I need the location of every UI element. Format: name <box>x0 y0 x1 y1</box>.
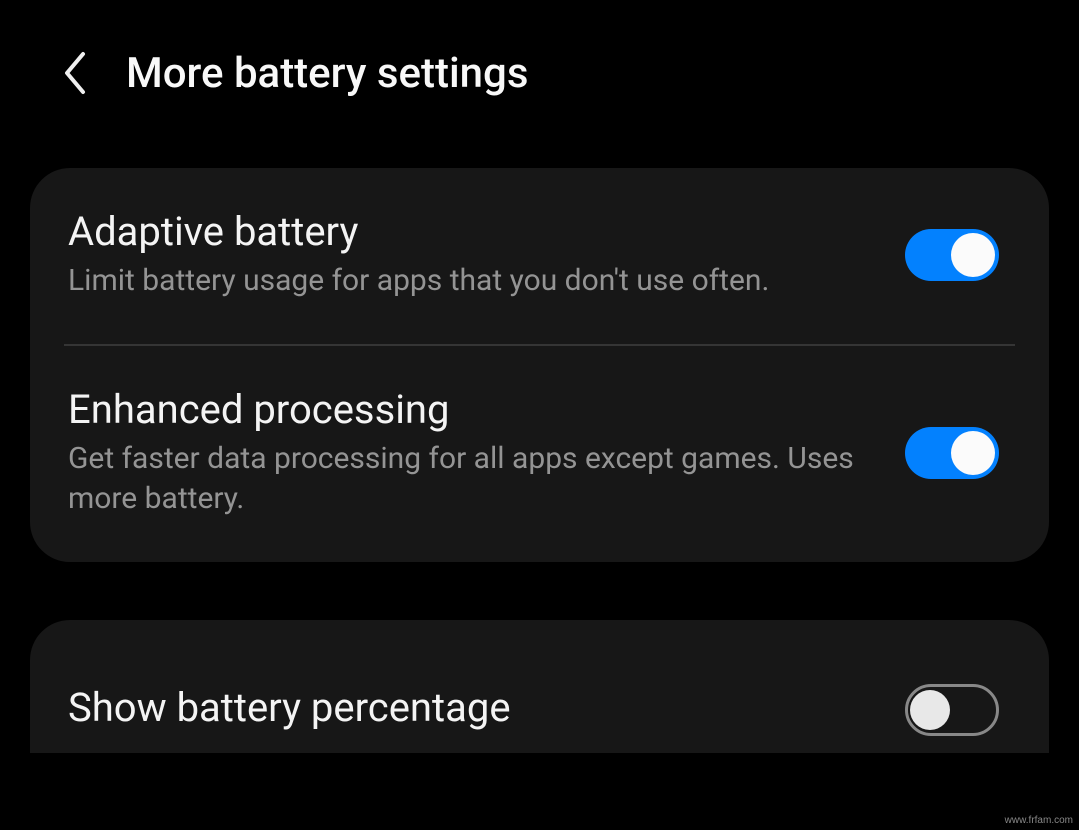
enhanced-processing-description: Get faster data processing for all apps … <box>68 439 875 520</box>
header: More battery settings <box>0 0 1079 98</box>
toggle-knob <box>910 690 950 730</box>
show-battery-percentage-row[interactable]: Show battery percentage <box>30 620 1049 753</box>
adaptive-battery-toggle[interactable] <box>905 229 999 281</box>
show-battery-percentage-title: Show battery percentage <box>68 684 875 731</box>
settings-card-2: Show battery percentage <box>30 620 1049 753</box>
adaptive-battery-title: Adaptive battery <box>68 208 875 255</box>
toggle-knob <box>951 431 995 475</box>
toggle-knob <box>951 233 995 277</box>
enhanced-processing-row[interactable]: Enhanced processing Get faster data proc… <box>30 346 1049 562</box>
enhanced-processing-text: Enhanced processing Get faster data proc… <box>68 386 905 520</box>
adaptive-battery-text: Adaptive battery Limit battery usage for… <box>68 208 905 302</box>
adaptive-battery-description: Limit battery usage for apps that you do… <box>68 261 875 302</box>
enhanced-processing-title: Enhanced processing <box>68 386 875 433</box>
adaptive-battery-row[interactable]: Adaptive battery Limit battery usage for… <box>30 168 1049 344</box>
watermark: www.frfam.com <box>1005 815 1073 826</box>
page-title: More battery settings <box>126 49 529 98</box>
enhanced-processing-toggle[interactable] <box>905 427 999 479</box>
settings-card-1: Adaptive battery Limit battery usage for… <box>30 168 1049 562</box>
show-battery-percentage-text: Show battery percentage <box>68 684 905 737</box>
show-battery-percentage-toggle[interactable] <box>905 684 999 736</box>
back-icon[interactable] <box>60 48 90 98</box>
